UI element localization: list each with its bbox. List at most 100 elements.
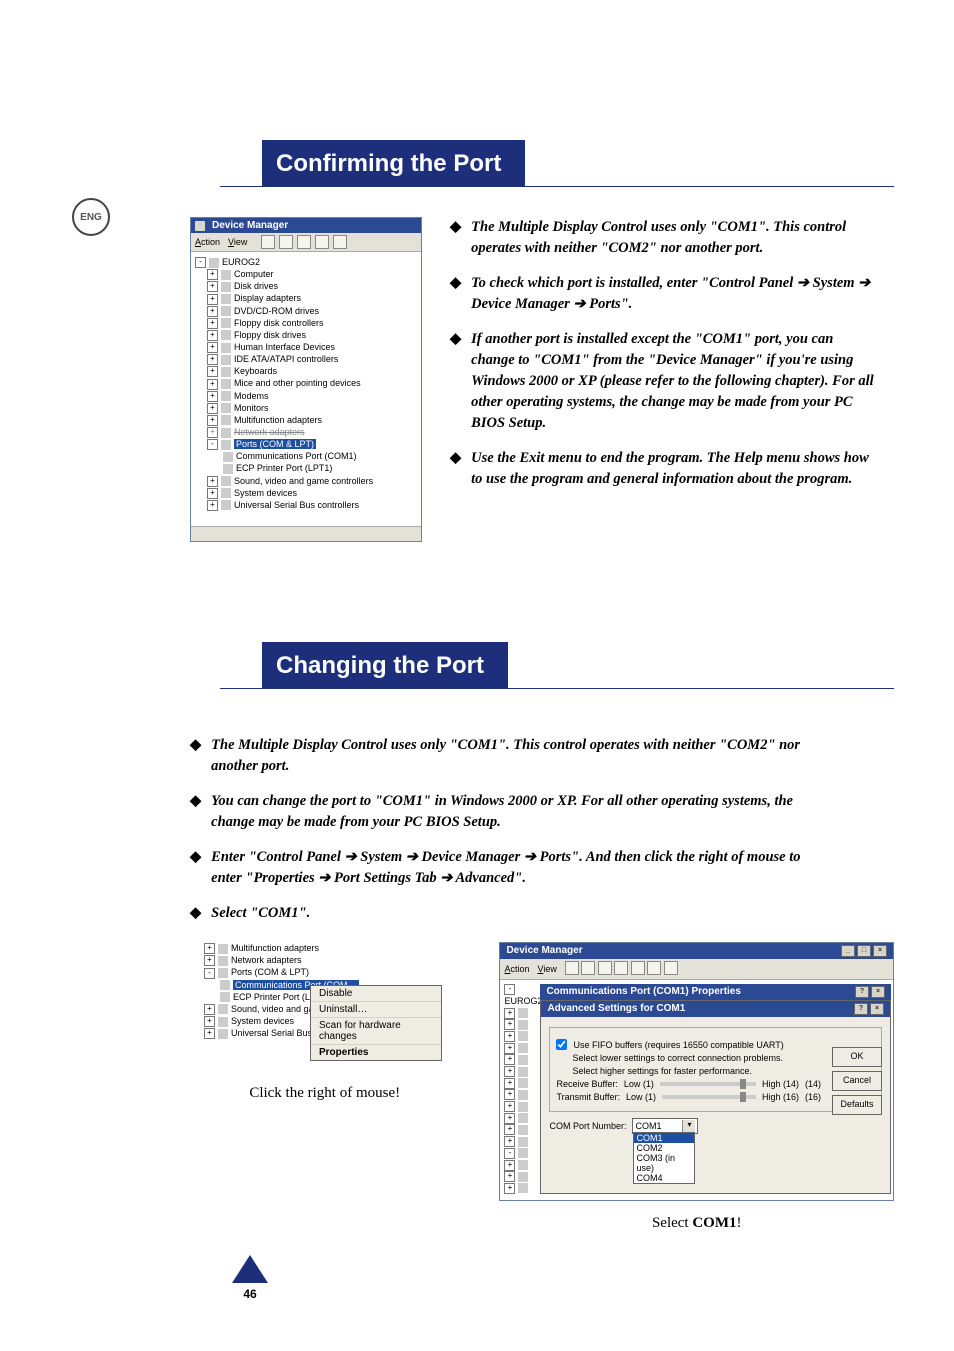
dm-node-ports[interactable]: Ports (COM & LPT) (234, 439, 316, 449)
device-icon (518, 1043, 528, 1053)
dm2-toolbar: Action View (500, 959, 893, 980)
tb-icon[interactable] (598, 961, 612, 975)
tree-node[interactable]: Network adapters (231, 955, 302, 965)
ctx-disable[interactable]: Disable (311, 986, 441, 1002)
trans-label: Transmit Buffer: (556, 1092, 620, 1102)
dm-title-text: Device Manager (212, 220, 288, 231)
dm-statusbar (191, 526, 421, 541)
close-icon[interactable]: × (871, 986, 885, 998)
tree-node[interactable]: System devices (231, 1016, 294, 1026)
dm-tree: -EUROG2 +Computer +Disk drives +Display … (191, 252, 421, 526)
ctx-properties[interactable]: Properties (311, 1045, 441, 1060)
dm-node[interactable]: Keyboards (234, 366, 277, 376)
tb-fwd-icon[interactable] (279, 235, 293, 249)
device-manager-titlebar: Device Manager (191, 218, 421, 233)
close-icon[interactable]: × (873, 945, 887, 957)
tb-list-icon[interactable] (315, 235, 329, 249)
device-icon (518, 1125, 528, 1135)
bullet-text: Select "COM1". (211, 903, 310, 924)
dm-node[interactable]: Modems (234, 391, 269, 401)
fifo-label: Use FIFO buffers (requires 16550 compati… (573, 1040, 783, 1050)
section1-bullets: ◆The Multiple Display Control uses only … (450, 217, 894, 542)
bullet-text: Use the Exit menu to end the program. Th… (471, 448, 874, 490)
fifo-checkbox[interactable] (556, 1039, 567, 1050)
value-label: (16) (805, 1092, 821, 1102)
dropdown-option[interactable]: COM1 (634, 1133, 694, 1143)
cancel-button[interactable]: Cancel (832, 1071, 882, 1091)
help-icon[interactable]: ? (855, 986, 869, 998)
tb-icon[interactable] (581, 961, 595, 975)
recv-slider[interactable] (660, 1082, 756, 1086)
tb-icon[interactable] (647, 961, 661, 975)
device-icon (518, 1183, 528, 1193)
max-icon[interactable]: □ (857, 945, 871, 957)
tb-icon[interactable] (614, 961, 628, 975)
device-manager-window: Device Manager Action View -EUROG2 +Comp… (190, 217, 422, 542)
device-icon (518, 1078, 528, 1088)
tb-back-icon[interactable] (261, 235, 275, 249)
dm-node[interactable]: Network adapters (234, 427, 305, 437)
chevron-down-icon[interactable]: ▾ (682, 1120, 695, 1132)
section1-heading: Confirming the Port (220, 140, 894, 187)
dm-node[interactable]: DVD/CD-ROM drives (234, 306, 319, 316)
trans-slider[interactable] (662, 1095, 756, 1099)
dm-node[interactable]: Multifunction adapters (234, 415, 322, 425)
dm-node[interactable]: IDE ATA/ATAPI controllers (234, 354, 338, 364)
context-menu: Disable Uninstall… Scan for hardware cha… (310, 985, 442, 1061)
dm-menu-view[interactable]: View (228, 237, 247, 247)
dm-menu-action[interactable]: Action (195, 237, 220, 247)
tree-node[interactable]: Ports (COM & LPT) (231, 967, 309, 977)
high-label: High (14) (762, 1079, 799, 1089)
min-icon[interactable]: _ (841, 945, 855, 957)
defaults-button[interactable]: Defaults (832, 1095, 882, 1115)
combo-value: COM1 (635, 1121, 661, 1131)
portnum-label: COM Port Number: (549, 1121, 626, 1131)
device-icon (518, 1031, 528, 1041)
tb-prop-icon[interactable] (333, 235, 347, 249)
ctx-uninstall[interactable]: Uninstall… (311, 1002, 441, 1018)
dm-node[interactable]: Computer (234, 269, 274, 279)
dm-node[interactable]: Floppy disk controllers (234, 318, 324, 328)
dm-node[interactable]: Display adapters (234, 293, 301, 303)
dropdown-option[interactable]: COM3 (in use) (634, 1153, 694, 1173)
help-icon[interactable]: ? (854, 1003, 868, 1015)
device-icon (518, 1055, 528, 1065)
dropdown-option[interactable]: COM4 (634, 1173, 694, 1183)
advanced-title-text: Advanced Settings for COM1 (547, 1003, 685, 1015)
ok-button[interactable]: OK (832, 1047, 882, 1067)
dm-node[interactable]: Disk drives (234, 281, 278, 291)
close-icon[interactable]: × (870, 1003, 884, 1015)
low-label: Low (1) (626, 1092, 656, 1102)
tb-icon[interactable] (565, 961, 579, 975)
dm2-menu-view[interactable]: View (537, 964, 556, 974)
tb-icon[interactable] (631, 961, 645, 975)
dm-node[interactable]: Universal Serial Bus controllers (234, 500, 359, 510)
section2-bullets: ◆The Multiple Display Control uses only … (190, 735, 824, 924)
dm-node[interactable]: Mice and other pointing devices (234, 378, 361, 388)
dm-node[interactable]: System devices (234, 488, 297, 498)
high-label: High (16) (762, 1092, 799, 1102)
ctx-scan[interactable]: Scan for hardware changes (311, 1018, 441, 1045)
dm-node[interactable]: Human Interface Devices (234, 342, 335, 352)
dm-node[interactable]: Sound, video and game controllers (234, 476, 373, 486)
device-manager-window-2: Device Manager _ □ × Action View (499, 942, 894, 1201)
bullet-text: Enter "Control Panel ➔ System ➔ Device M… (211, 847, 804, 889)
low-label: Low (1) (624, 1079, 654, 1089)
dm2-titlebar: Device Manager _ □ × (500, 943, 893, 959)
dm-node[interactable]: Floppy disk drives (234, 330, 306, 340)
tree-node[interactable]: Multifunction adapters (231, 943, 319, 953)
dm-root[interactable]: EUROG2 (222, 257, 260, 267)
dm-node[interactable]: Monitors (234, 403, 269, 413)
bullet-text: If another port is installed except the … (471, 329, 874, 434)
tb-tree-icon[interactable] (297, 235, 311, 249)
dropdown-option[interactable]: COM2 (634, 1143, 694, 1153)
bullet-text: The Multiple Display Control uses only "… (211, 735, 804, 777)
device-icon (518, 1148, 528, 1158)
dm-port-child[interactable]: Communications Port (COM1) (236, 451, 357, 461)
bullet-text: The Multiple Display Control uses only "… (471, 217, 874, 259)
dm-port-child[interactable]: ECP Printer Port (LPT1) (236, 463, 332, 473)
device-icon (518, 1102, 528, 1112)
dm2-root[interactable]: EUROG2 (504, 996, 542, 1006)
tb-icon[interactable] (664, 961, 678, 975)
dm2-menu-action[interactable]: Action (504, 964, 529, 974)
